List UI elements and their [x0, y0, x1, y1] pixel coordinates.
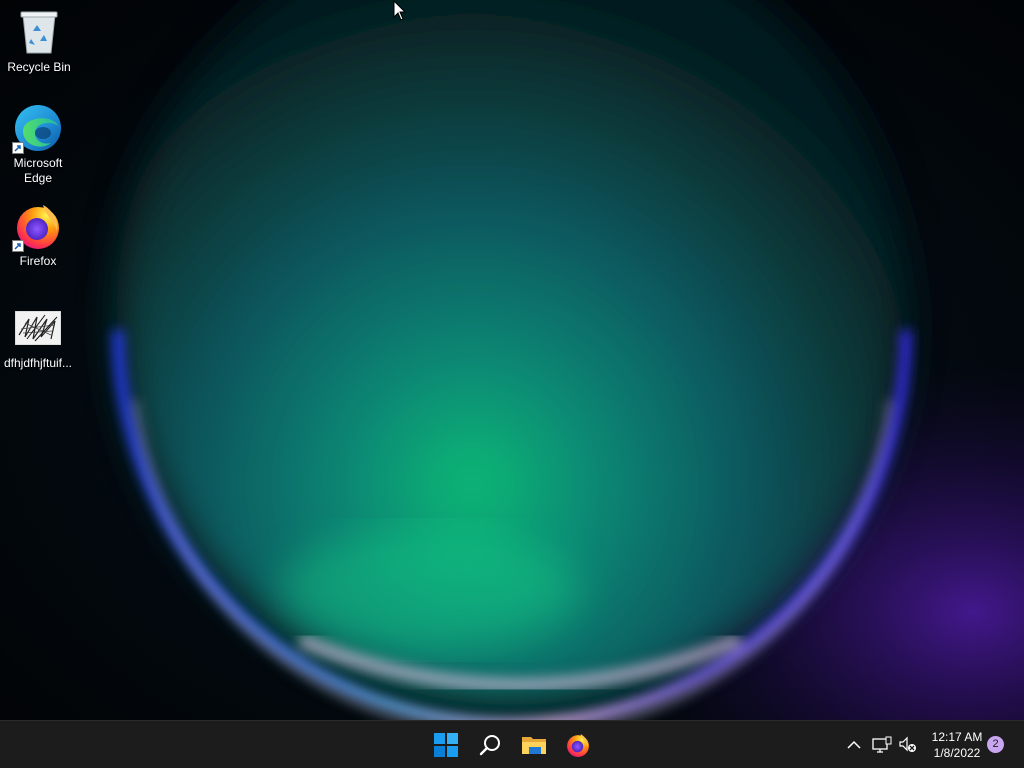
desktop-icon-label: Microsoft Edge	[13, 156, 63, 185]
network-icon	[872, 736, 892, 753]
recycle-bin-icon	[13, 6, 65, 58]
notification-count-badge[interactable]: 2	[987, 736, 1004, 753]
clock-time: 12:17 AM	[931, 730, 983, 744]
desktop-icon-label: dfhjdfhjftuif...	[3, 356, 73, 370]
desktop-icon-label: Firefox	[19, 254, 57, 268]
chevron-up-icon	[847, 740, 861, 749]
search-button[interactable]	[470, 725, 510, 765]
edge-icon	[12, 102, 64, 154]
taskbar: 12:17 AM 1/8/2022	[0, 720, 1024, 768]
show-hidden-icons-button[interactable]	[842, 733, 866, 757]
mouse-cursor-icon	[393, 0, 407, 21]
file-explorer-button[interactable]	[514, 725, 554, 765]
image-thumbnail-icon	[12, 302, 64, 354]
shortcut-arrow-icon	[12, 142, 24, 154]
desktop-icon-recycle-bin[interactable]: Recycle Bin	[1, 6, 77, 75]
firefox-taskbar-button[interactable]	[558, 725, 598, 765]
clock-button[interactable]: 12:17 AM 1/8/2022	[925, 729, 989, 761]
folder-icon	[522, 737, 546, 754]
shortcut-arrow-icon	[12, 240, 24, 252]
network-button[interactable]	[870, 733, 894, 757]
desktop-icon-image-file[interactable]: dfhjdfhjftuif...	[0, 302, 76, 371]
clock-date: 1/8/2022	[933, 746, 981, 760]
firefox-icon	[12, 200, 64, 252]
desktop-icon-label: Recycle Bin	[7, 60, 71, 74]
wallpaper-bloom	[0, 0, 1024, 720]
volume-button[interactable]	[896, 733, 920, 757]
firefox-icon	[567, 734, 589, 757]
start-button[interactable]	[426, 725, 466, 765]
windows-logo-icon	[434, 733, 458, 757]
volume-muted-icon	[899, 736, 916, 752]
desktop[interactable]: Recycle Bin Microsoft Edge Firefox dfhjd…	[0, 0, 1024, 720]
search-icon	[479, 735, 500, 756]
desktop-icon-microsoft-edge[interactable]: Microsoft Edge	[0, 102, 76, 186]
desktop-icon-firefox[interactable]: Firefox	[0, 200, 76, 269]
